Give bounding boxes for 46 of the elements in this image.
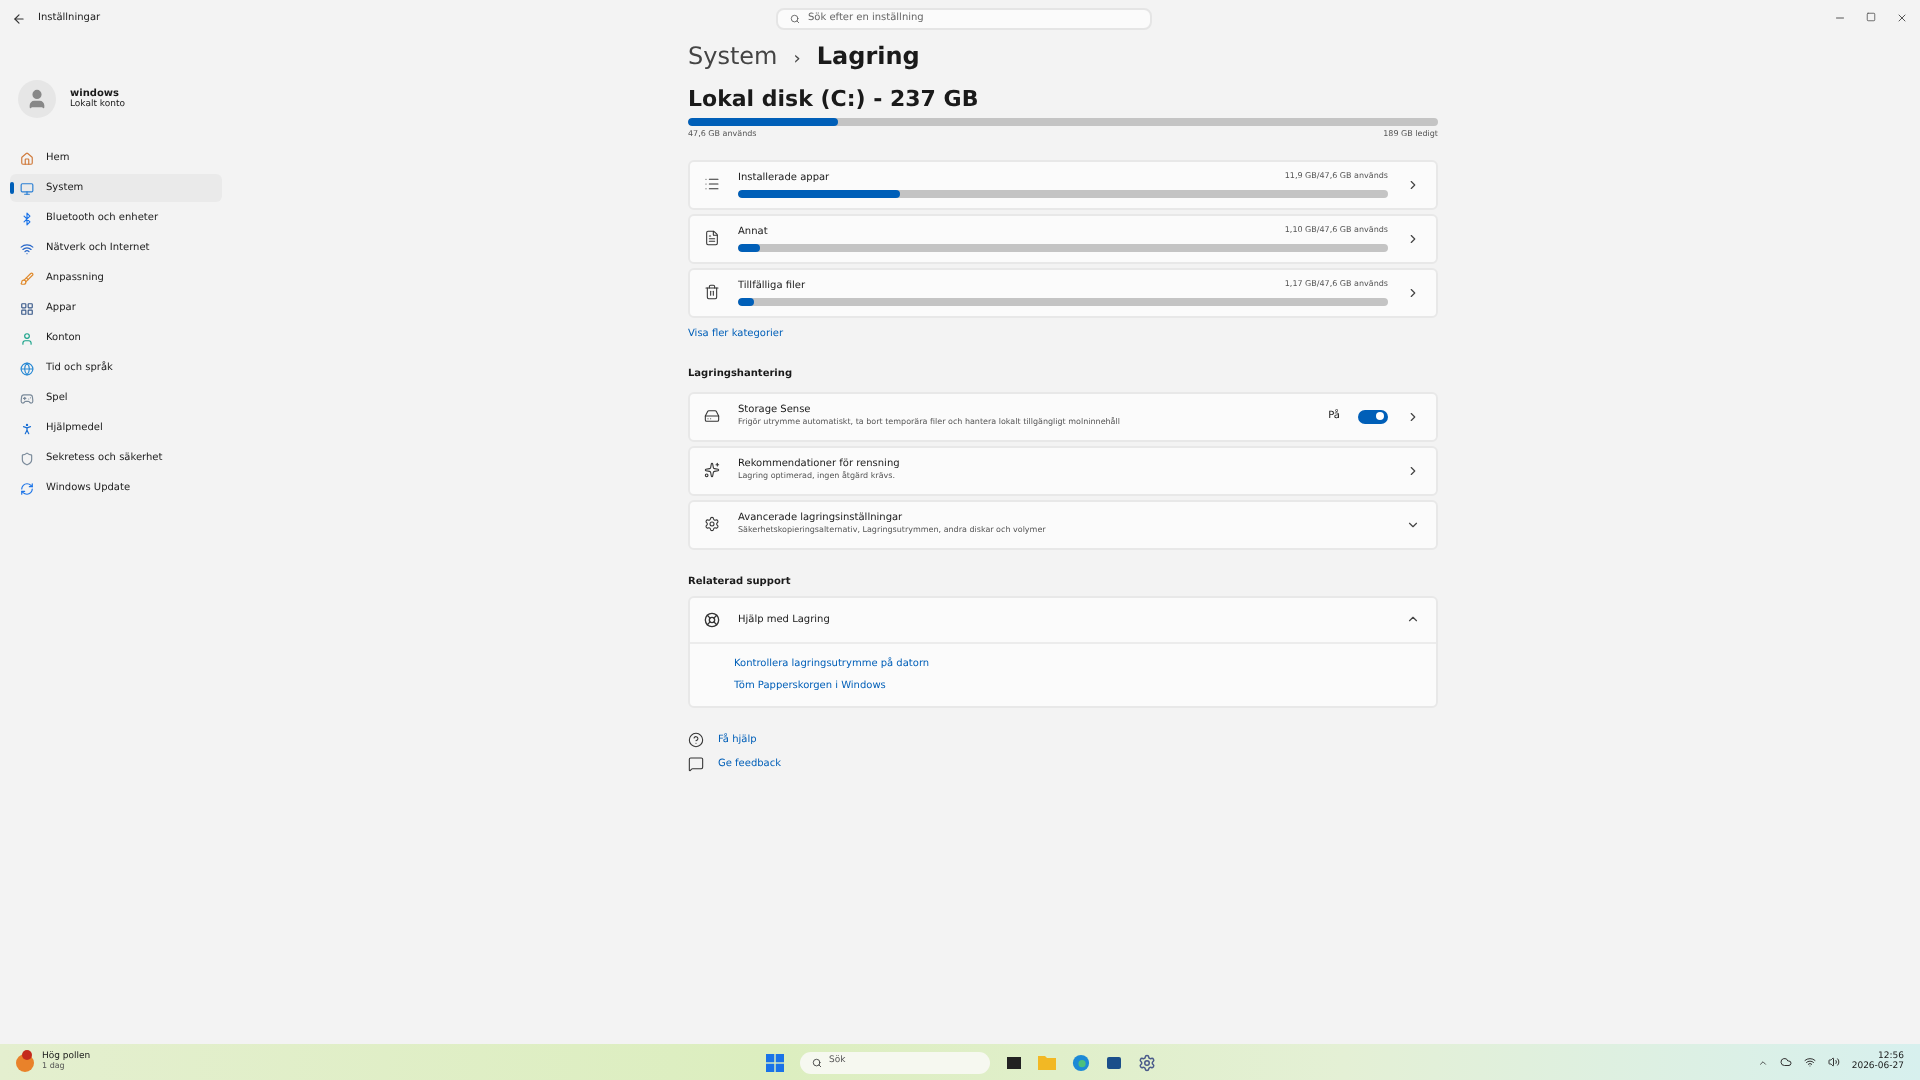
breadcrumb-separator: › [793, 50, 801, 72]
broom-icon [704, 462, 720, 479]
back-icon[interactable] [12, 11, 26, 25]
chevron-right-icon [1406, 409, 1420, 424]
volume-icon[interactable] [1827, 1056, 1840, 1068]
feedback-icon [688, 755, 704, 772]
settings-icon [704, 516, 720, 533]
list-icon [704, 176, 720, 193]
trash-icon [704, 284, 720, 301]
help-icon [688, 731, 704, 748]
shield-icon [20, 451, 34, 465]
avatar [18, 80, 56, 118]
user-icon [20, 331, 34, 345]
start-icon[interactable] [765, 1053, 783, 1071]
chevron-up-icon[interactable] [1406, 612, 1420, 627]
search-icon [811, 1057, 821, 1067]
home-icon [20, 151, 34, 165]
chevron-up-icon[interactable] [1757, 1057, 1768, 1067]
settings-icon[interactable] [1137, 1053, 1155, 1071]
update-icon [20, 481, 34, 495]
accessibility-icon [20, 421, 34, 435]
search-icon [790, 13, 800, 23]
brush-icon [20, 271, 34, 285]
chevron-right-icon [1406, 231, 1420, 246]
browser-icon[interactable] [1071, 1053, 1089, 1071]
breadcrumb-parent[interactable]: System [688, 42, 778, 71]
task-view-icon[interactable] [1005, 1054, 1021, 1070]
store-icon[interactable] [1105, 1054, 1121, 1070]
page-title: Lagring [816, 42, 920, 71]
chevron-right-icon [1406, 177, 1420, 192]
network-icon[interactable] [1803, 1056, 1816, 1068]
weather-icon[interactable] [16, 1053, 34, 1071]
apps-icon [20, 301, 34, 315]
cloud-icon[interactable] [1779, 1056, 1792, 1068]
wifi-icon [20, 241, 34, 255]
toggle-switch[interactable] [1358, 409, 1388, 424]
chevron-right-icon [1406, 285, 1420, 300]
maximize-icon[interactable] [1866, 12, 1876, 22]
gamepad-icon [20, 391, 34, 405]
bluetooth-icon [20, 211, 34, 225]
document-icon [704, 230, 720, 247]
close-icon[interactable] [1896, 12, 1908, 24]
drive-icon [704, 408, 720, 425]
chevron-right-icon [1406, 463, 1420, 478]
monitor-icon [20, 181, 34, 195]
disk-title: Lokal disk (C:) - 237 GB [688, 85, 981, 112]
